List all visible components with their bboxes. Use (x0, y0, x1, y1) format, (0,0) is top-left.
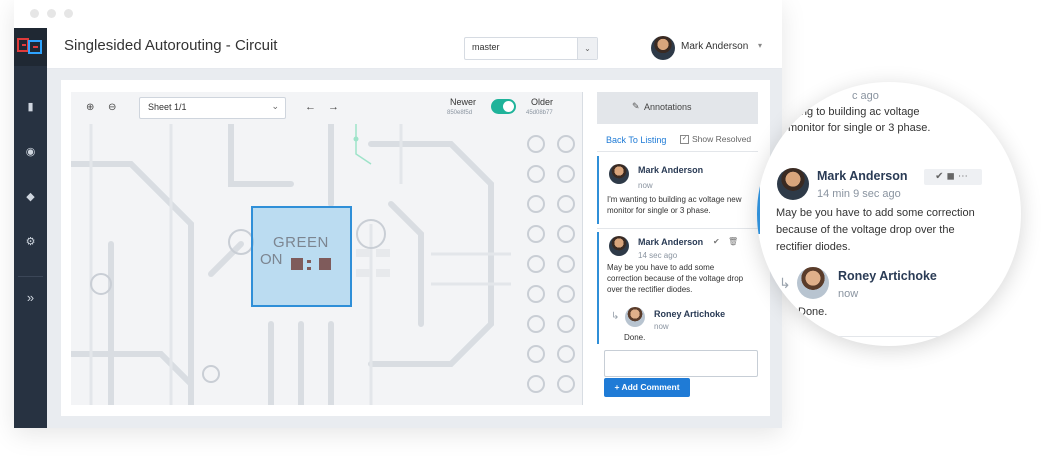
magnifier-reply-author: Roney Artichoke (838, 269, 937, 283)
chevron-down-icon: ⌄ (271, 101, 279, 111)
annotation-active-bar (597, 232, 599, 344)
annotations-header: ✎ Annotations (597, 92, 758, 124)
zoom-magnifier: c ago ...anting to building ac voltage m… (757, 82, 1021, 346)
expand-icon[interactable]: » (23, 290, 38, 305)
annotation-active-bar (597, 156, 599, 224)
magnifier-text: May be you have to add some correction b… (776, 207, 975, 253)
user-menu-caret-icon[interactable]: ▾ (758, 41, 762, 50)
magnifier-author: Mark Anderson (817, 169, 908, 183)
magnifier-separator (817, 336, 945, 337)
logo-icon (17, 38, 42, 54)
layers-icon[interactable]: ◆ (23, 190, 38, 205)
branch-select[interactable]: master ⌄ (464, 37, 598, 60)
panel-separator (597, 228, 758, 229)
magnifier-reply-avatar (797, 267, 829, 299)
branch-select-value: master (472, 42, 500, 52)
viewer-toolbar: ⊕ ⊖ Sheet 1/1 ⌄ ← → Newer 850e8f5d Older… (71, 92, 582, 124)
file-icon[interactable]: ▮ (23, 100, 38, 115)
sheet-select[interactable]: Sheet 1/1 ⌄ (139, 97, 286, 119)
page-title: Singlesided Autorouting - Circuit (64, 37, 278, 54)
magnifier-prev-text-2: monitor for single or 3 phase. (788, 122, 931, 134)
comment-input[interactable] (604, 350, 758, 377)
panel-divider (582, 92, 583, 405)
version-toggle[interactable] (491, 99, 516, 114)
pcb-canvas[interactable]: GREEN ON (71, 92, 582, 405)
delete-trash-icon[interactable]: 🗑 (728, 237, 738, 246)
annotation-author: Mark Anderson (638, 237, 704, 247)
back-to-listing-link[interactable]: Back To Listing (606, 135, 666, 145)
arrow-left-icon[interactable]: ← (305, 101, 316, 113)
led-pad-connector (307, 267, 311, 270)
led-pad-left (291, 258, 303, 270)
magnifier-active-bar (757, 164, 760, 234)
magnifier-author-avatar (777, 168, 809, 200)
magnifier-prev-time: c ago (852, 90, 879, 102)
nav-divider (18, 276, 43, 277)
reply-arrow-icon: ↳ (611, 311, 620, 322)
magnifier-prev-text-1: ...anting to building ac voltage (774, 106, 920, 118)
version-toggle-knob (503, 101, 514, 112)
panel-separator (597, 151, 758, 152)
annotation-text: I'm wanting to building ac voltage new m… (607, 195, 742, 215)
window-minimize-dot[interactable] (47, 9, 56, 18)
zoom-out-icon[interactable]: ⊖ (108, 102, 116, 113)
resolve-check-icon[interactable]: ✔ (713, 237, 720, 246)
arrow-right-icon[interactable]: → (328, 101, 339, 113)
window-maximize-dot[interactable] (64, 9, 73, 18)
reply-time: now (654, 322, 669, 331)
settings-icon[interactable]: ⚙ (23, 235, 38, 250)
annotation-author: Mark Anderson (638, 165, 704, 175)
add-comment-button[interactable]: + Add Comment (604, 378, 690, 397)
show-resolved-toggle[interactable]: ✓ Show Resolved (680, 134, 752, 145)
zoom-in-icon[interactable]: ⊕ (86, 102, 94, 113)
newer-label: Newer (450, 97, 477, 107)
window-close-dot[interactable] (30, 9, 39, 18)
sheet-select-value: Sheet 1/1 (148, 102, 187, 112)
led-pad-right (319, 258, 331, 270)
magnifier-reply-arrow-icon: ↳ (779, 275, 791, 291)
app-logo[interactable] (14, 28, 47, 66)
window-titlebar (14, 0, 782, 26)
annotation-time: now (638, 181, 653, 190)
older-label: Older (531, 97, 554, 107)
comments-icon[interactable]: ◉ (23, 145, 38, 160)
magnifier-reply-text: Done. (798, 306, 828, 318)
older-hash: 45d08b77 (526, 110, 553, 116)
reply-author-avatar (625, 307, 645, 327)
annotation-author-avatar (609, 164, 629, 184)
user-avatar[interactable] (651, 36, 675, 60)
magnifier-action-icons[interactable]: ✔◼⋯ (924, 169, 982, 185)
reply-text: Done. (624, 333, 646, 342)
highlight-label-green: GREEN (273, 234, 329, 251)
annotations-title: Annotations (644, 102, 692, 112)
magnifier-time: 14 min 9 sec ago (817, 188, 901, 200)
left-nav: ▮ ◉ ◆ ⚙ » (14, 28, 47, 428)
annotation-text: May be you have to add some correction b… (607, 263, 744, 294)
chevron-down-icon[interactable]: ⌄ (577, 38, 597, 59)
user-name[interactable]: Mark Anderson (681, 41, 748, 52)
selected-region-highlight[interactable]: GREEN ON (251, 206, 352, 307)
led-pad-connector (307, 260, 311, 263)
newer-hash: 850e8f5d (447, 110, 473, 116)
show-resolved-checkbox[interactable]: ✓ (680, 135, 689, 145)
highlight-label-on: ON (260, 251, 283, 268)
pencil-icon: ✎ (632, 101, 640, 111)
magnifier-reply-time: now (838, 288, 859, 300)
top-header: Singlesided Autorouting - Circuit master… (47, 28, 782, 69)
reply-author: Roney Artichoke (654, 309, 726, 319)
show-resolved-label: Show Resolved (692, 134, 752, 144)
annotation-time: 14 sec ago (638, 251, 678, 260)
annotation-author-avatar (609, 236, 629, 256)
